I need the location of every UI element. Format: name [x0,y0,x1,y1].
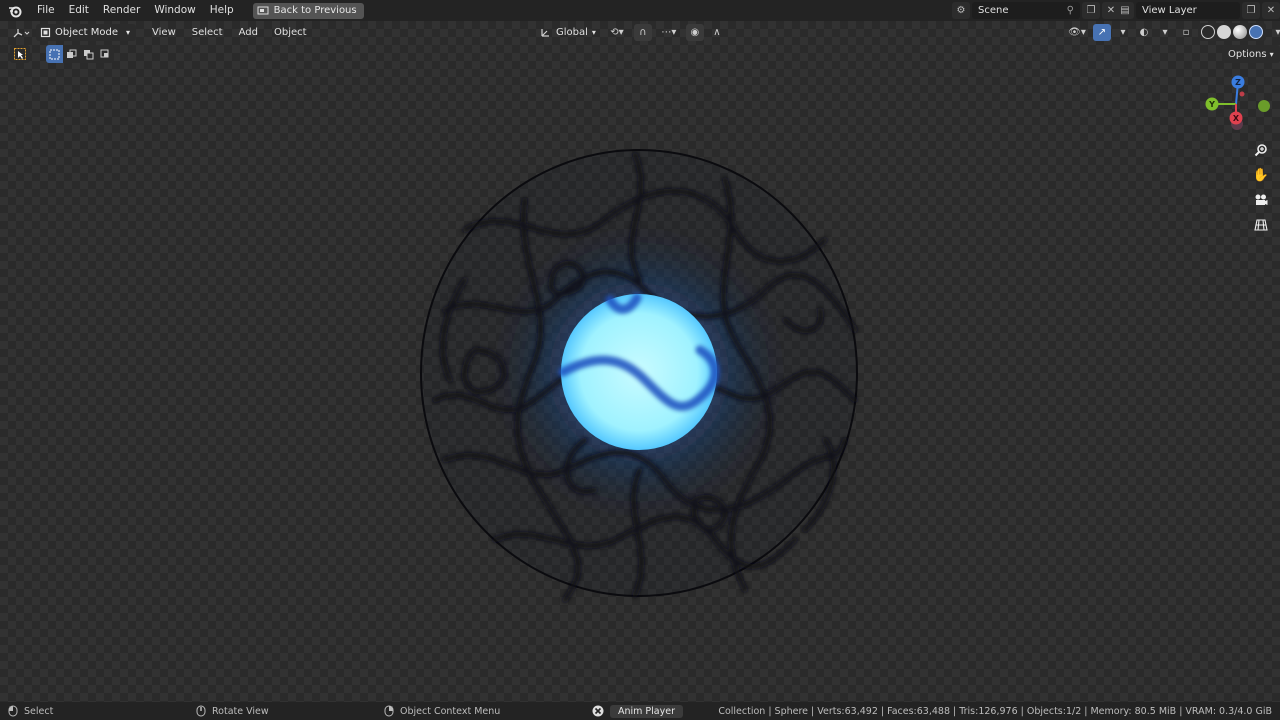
gizmo-toggle-icon[interactable]: ↗ [1093,23,1111,41]
top-bar: File Edit Render Window Help Back to Pre… [0,0,1280,21]
screen-icon [257,6,269,14]
menu-select[interactable]: Select [184,27,231,38]
rendered-shading-icon[interactable] [1249,25,1263,39]
view-layer-selector: ▤ View Layer ❐ ✕ [1116,2,1280,19]
gizmo-dropdown-icon[interactable]: ▾ [1114,24,1132,41]
viewport-right-tools: 👁▾ ↗ ▾ ◐ ▾ ▫ ▾ [1064,22,1280,42]
menu-file[interactable]: File [30,0,62,21]
scene-name: Scene [978,5,1009,16]
mouse-middle-icon [196,705,206,717]
anim-player-label: Anim Player [610,704,683,718]
navigation-gizmo[interactable]: Z Y X [1198,74,1274,140]
status-context-label: Object Context Menu [400,705,501,717]
back-to-previous-label: Back to Previous [273,5,357,16]
menu-view[interactable]: View [144,27,184,38]
camera-view-icon[interactable] [1250,190,1272,210]
view-layer-name: View Layer [1142,5,1197,16]
shading-mode-group [1198,23,1266,41]
new-view-layer-icon[interactable]: ❐ [1242,2,1260,19]
status-select-label: Select [24,705,54,717]
options-label: Options [1228,48,1267,60]
solid-shading-icon[interactable] [1217,25,1231,39]
select-subtract-icon[interactable] [80,45,97,63]
z-axis-label: Z [1235,78,1241,87]
blender-logo-icon[interactable] [0,0,30,21]
status-context-menu: Object Context Menu [384,702,500,720]
select-tool-icon[interactable] [10,45,30,63]
rendered-orb [420,149,858,603]
perspective-grid-icon[interactable] [1250,215,1272,235]
editor-type-icon[interactable] [10,24,32,41]
viewport-header: Object Mode ▾ View Select Add Object Glo… [0,21,1280,43]
y-axis-label: Y [1208,100,1215,109]
select-new-icon[interactable] [46,45,63,63]
falloff-curve-icon[interactable]: ∧ [708,24,726,41]
snap-magnet-icon[interactable]: ∩ [633,23,652,41]
pan-hand-icon[interactable]: ✋ [1250,165,1272,185]
cancel-icon [592,705,604,717]
pin-icon[interactable]: ⚲ [1067,5,1074,16]
scene-selector: ⚙ Scene ⚲ ❐ ✕ [952,2,1120,19]
overlay-dropdown-icon[interactable]: ▾ [1156,24,1174,41]
back-to-previous-button[interactable]: Back to Previous [252,2,364,19]
orientation-icon [541,29,549,37]
visibility-eye-icon[interactable]: 👁▾ [1064,24,1090,41]
x-axis-label: X [1233,114,1240,123]
navigation-controls: ✋ [1250,140,1272,235]
chevron-down-icon: ▾ [1269,49,1274,59]
menu-help[interactable]: Help [203,0,241,21]
chevron-down-icon: ▾ [591,27,596,37]
select-intersect-icon[interactable] [97,45,114,63]
menu-add[interactable]: Add [231,27,266,38]
view-layer-browse-icon[interactable]: ▤ [1116,2,1134,19]
view-layer-field[interactable]: View Layer [1136,2,1240,19]
scene-name-field[interactable]: Scene ⚲ [972,2,1080,19]
scene-browse-icon[interactable]: ⚙ [952,2,970,19]
menu-edit[interactable]: Edit [62,0,96,21]
chevron-down-icon: ▾ [126,27,131,37]
orientation-label: Global [556,26,588,38]
zoom-icon[interactable] [1250,140,1272,160]
menu-render[interactable]: Render [96,0,147,21]
object-mode-icon [40,27,51,37]
transform-orientation-dropdown[interactable]: Global ▾ [536,24,600,41]
status-rotate: Rotate View [196,702,269,720]
status-bar: Select Rotate View Object Context Menu A… [0,702,1280,720]
material-preview-icon[interactable] [1233,25,1247,39]
object-mode-dropdown[interactable]: Object Mode ▾ [36,23,137,41]
snap-target-icon[interactable]: ⋯▾ [656,24,682,41]
y-neg-axis-icon[interactable] [1258,100,1270,112]
scene-statistics: Collection | Sphere | Verts:63,492 | Fac… [718,705,1272,717]
selection-mode-group [46,45,114,63]
shading-dropdown-icon[interactable]: ▾ [1269,24,1280,41]
status-select: Select [8,702,53,720]
select-extend-icon[interactable] [63,45,80,63]
transform-tools: Global ▾ ⟲▾ ∩ ⋯▾ ◉ ∧ [536,23,726,41]
status-anim-player[interactable]: Anim Player [592,702,683,720]
menu-window[interactable]: Window [147,0,202,21]
menu-object[interactable]: Object [266,27,315,38]
xray-toggle-icon[interactable]: ▫ [1177,24,1195,41]
new-scene-icon[interactable]: ❐ [1082,2,1100,19]
delete-view-layer-icon[interactable]: ✕ [1262,2,1280,19]
proportional-edit-icon[interactable]: ◉ [685,23,704,41]
status-rotate-label: Rotate View [212,705,269,717]
mouse-right-icon [384,705,394,717]
wireframe-shading-icon[interactable] [1201,25,1215,39]
mouse-left-icon [8,705,18,717]
tool-row [10,45,114,63]
pivot-point-icon[interactable]: ⟲▾ [604,24,630,41]
overlay-toggle-icon[interactable]: ◐ [1135,24,1153,41]
object-mode-label: Object Mode [55,26,118,38]
options-dropdown[interactable]: Options ▾ [1222,45,1280,63]
